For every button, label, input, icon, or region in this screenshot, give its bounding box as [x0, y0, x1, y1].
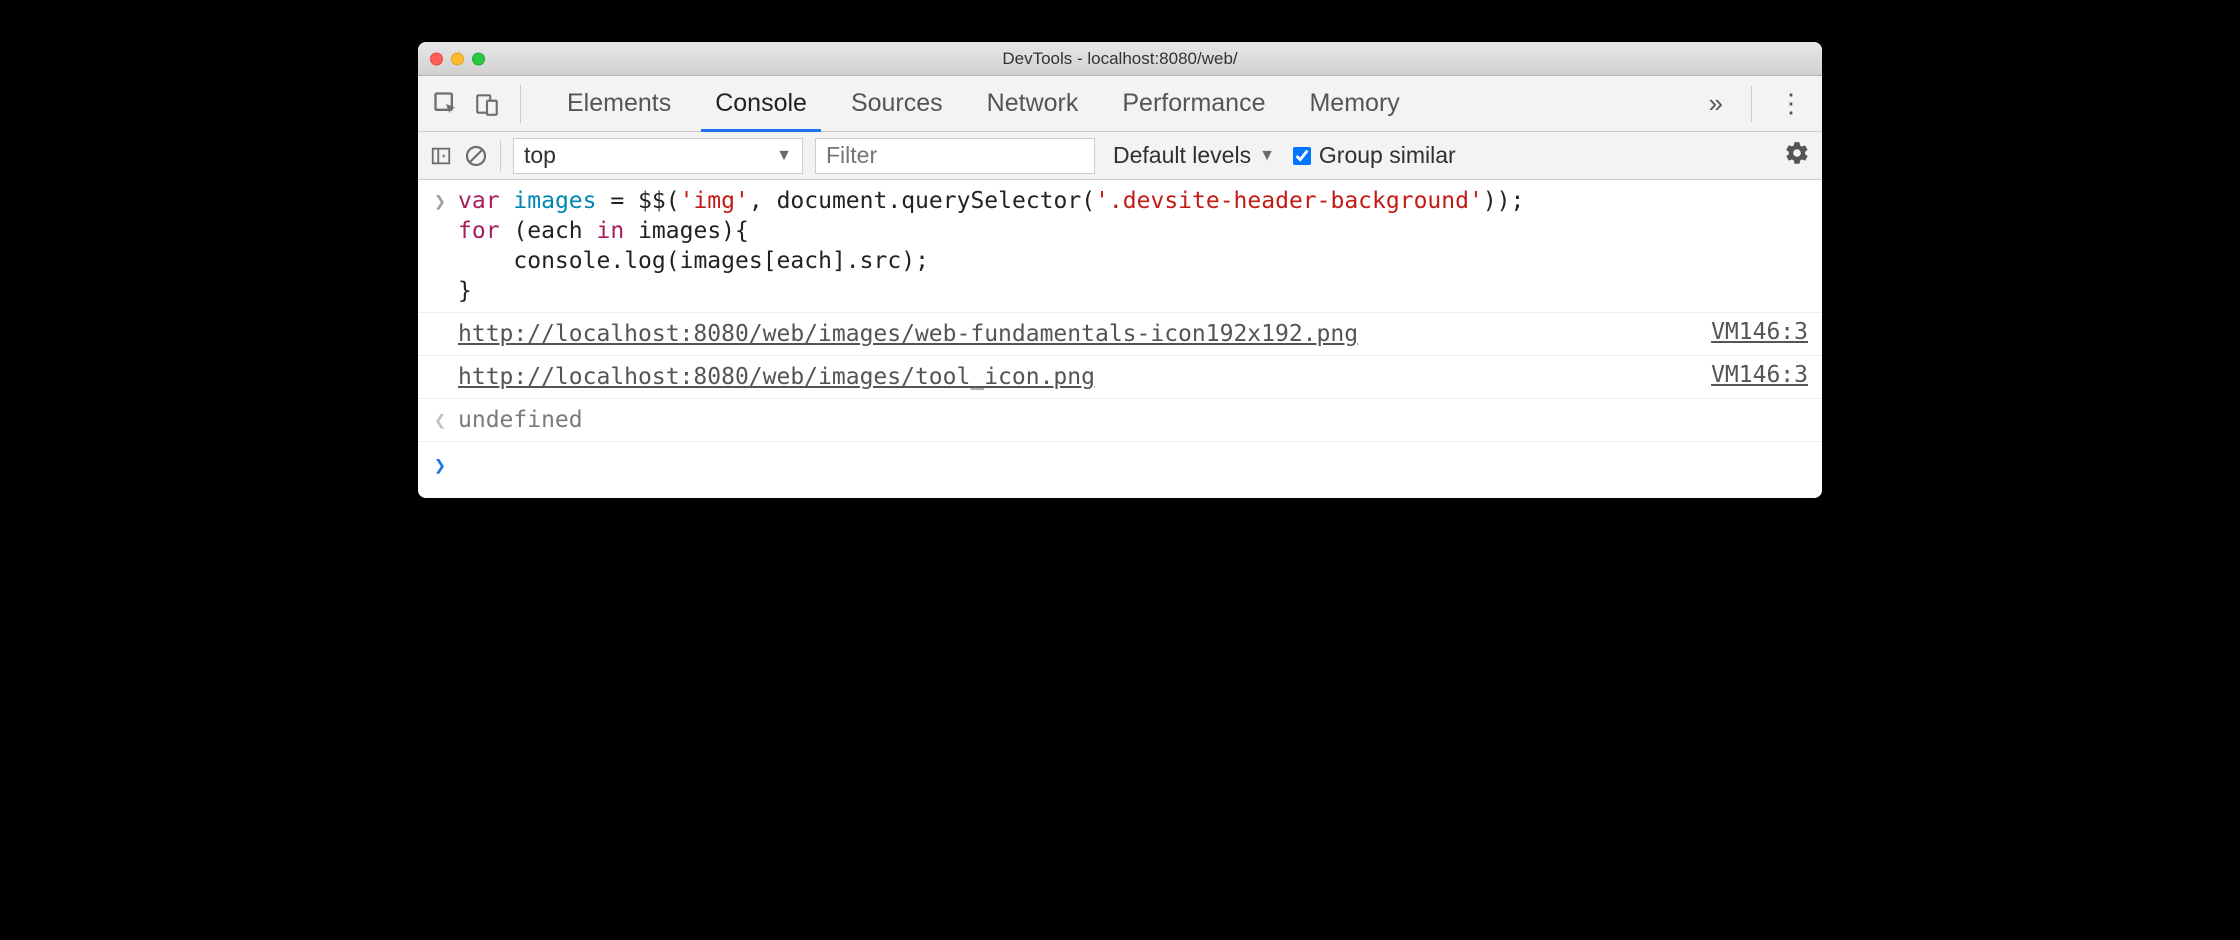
console-prompt-row[interactable]: ❯ — [418, 442, 1822, 498]
divider — [500, 141, 501, 171]
source-link[interactable]: VM146:3 — [1691, 362, 1808, 388]
filter-input[interactable] — [815, 138, 1095, 174]
tabs-trailing: » ⋮ — [1699, 86, 1812, 122]
panel-tabs: Elements Console Sources Network Perform… — [545, 76, 1422, 131]
clear-console-icon[interactable] — [464, 144, 488, 168]
devtools-tabs-row: Elements Console Sources Network Perform… — [418, 76, 1822, 132]
chevron-left-icon: ❮ — [434, 405, 458, 435]
return-value: undefined — [458, 405, 1808, 435]
console-settings-icon[interactable] — [1784, 140, 1810, 171]
toggle-console-drawer-icon[interactable] — [430, 145, 452, 167]
console-input-history-row[interactable]: ❯ var images = $$('img', document.queryS… — [418, 180, 1822, 313]
console-log-row: http://localhost:8080/web/images/web-fun… — [418, 313, 1822, 356]
console-body: ❯ var images = $$('img', document.queryS… — [418, 180, 1822, 498]
log-url-link[interactable]: http://localhost:8080/web/images/tool_ic… — [458, 364, 1095, 390]
log-message: http://localhost:8080/web/images/web-fun… — [458, 319, 1691, 349]
tab-elements[interactable]: Elements — [545, 76, 693, 131]
tab-network[interactable]: Network — [965, 76, 1101, 131]
zoom-window-button[interactable] — [472, 52, 485, 65]
inspect-element-icon[interactable] — [432, 90, 460, 118]
minimize-window-button[interactable] — [451, 52, 464, 65]
levels-label: Default levels — [1113, 142, 1251, 169]
log-message: http://localhost:8080/web/images/tool_ic… — [458, 362, 1691, 392]
divider — [1751, 86, 1752, 122]
dropdown-triangle-icon: ▼ — [776, 147, 792, 165]
execution-context-select[interactable]: top ▼ — [513, 138, 803, 174]
tab-console[interactable]: Console — [693, 76, 829, 131]
console-log-row: http://localhost:8080/web/images/tool_ic… — [418, 356, 1822, 399]
source-link[interactable]: VM146:3 — [1691, 319, 1808, 345]
log-levels-select[interactable]: Default levels ▼ — [1107, 142, 1281, 169]
leading-icons — [432, 85, 521, 123]
more-tabs-icon[interactable]: » — [1699, 88, 1733, 119]
titlebar[interactable]: DevTools - localhost:8080/web/ — [418, 42, 1822, 76]
tab-performance[interactable]: Performance — [1100, 76, 1287, 131]
chevron-right-icon: ❯ — [434, 186, 458, 216]
dropdown-triangle-icon: ▼ — [1259, 147, 1275, 165]
devtools-window: DevTools - localhost:8080/web/ Elements … — [418, 42, 1822, 498]
device-toolbar-icon[interactable] — [474, 91, 500, 117]
group-similar-toggle[interactable]: Group similar — [1293, 142, 1456, 169]
group-similar-checkbox[interactable] — [1293, 147, 1311, 165]
group-similar-label: Group similar — [1319, 142, 1456, 169]
window-title: DevTools - localhost:8080/web/ — [418, 49, 1822, 69]
code-snippet: var images = $$('img', document.querySel… — [458, 186, 1808, 306]
close-window-button[interactable] — [430, 52, 443, 65]
context-label: top — [524, 142, 556, 169]
kebab-menu-icon[interactable]: ⋮ — [1770, 88, 1812, 119]
console-toolbar: top ▼ Default levels ▼ Group similar — [418, 132, 1822, 180]
tab-sources[interactable]: Sources — [829, 76, 965, 131]
console-return-row: ❮ undefined — [418, 399, 1822, 442]
traffic-lights — [430, 52, 485, 65]
log-url-link[interactable]: http://localhost:8080/web/images/web-fun… — [458, 321, 1358, 347]
chevron-right-icon: ❯ — [434, 450, 458, 480]
tab-memory[interactable]: Memory — [1287, 76, 1421, 131]
